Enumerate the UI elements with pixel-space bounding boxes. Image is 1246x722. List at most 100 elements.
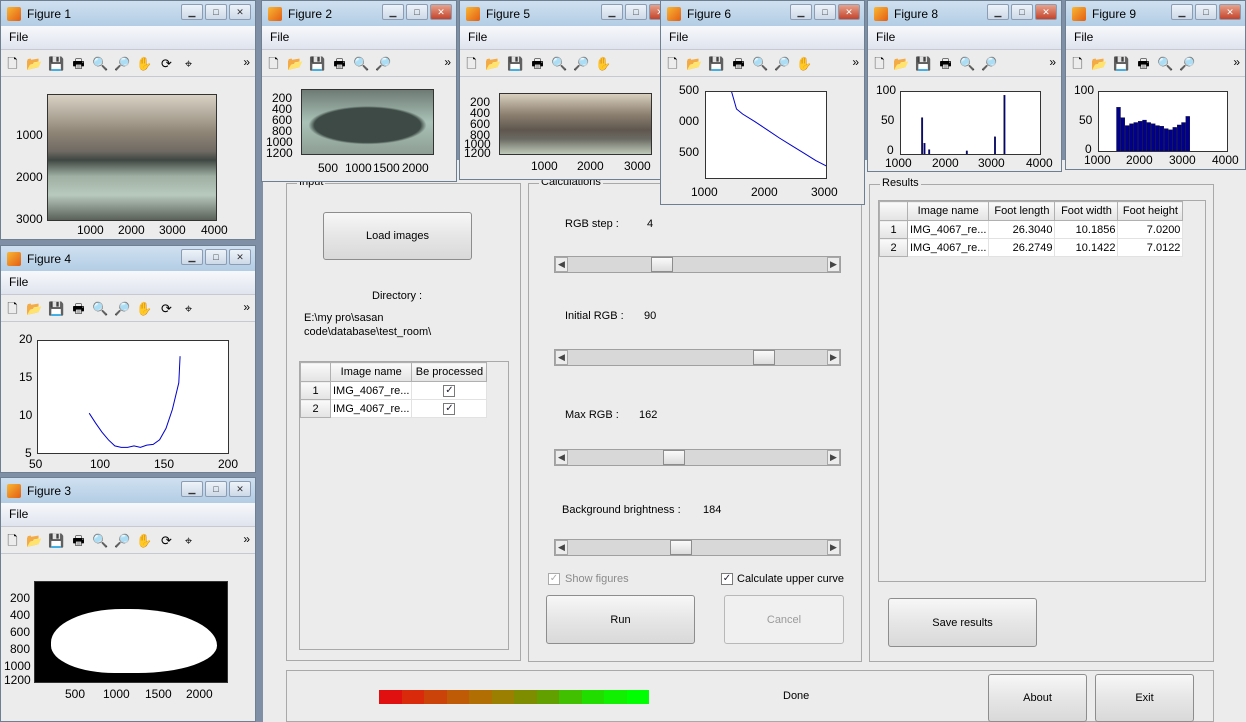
zoom-out-icon[interactable]: 🔎 xyxy=(774,55,791,72)
slider-left-arrow-icon[interactable]: ◀ xyxy=(555,257,568,272)
maximize-icon[interactable]: □ xyxy=(205,249,227,265)
max-rgb-slider[interactable]: ◀ ▶ xyxy=(554,449,841,466)
minimize-icon[interactable]: ▁ xyxy=(790,4,812,20)
zoom-out-icon[interactable]: 🔎 xyxy=(981,55,998,72)
close-icon[interactable]: ✕ xyxy=(1219,4,1241,20)
table-row[interactable]: 2 IMG_4067_re... 26.2749 10.1422 7.0122 xyxy=(879,238,1184,257)
save-icon[interactable]: 💾 xyxy=(915,55,932,72)
save-icon[interactable]: 💾 xyxy=(48,55,65,72)
menu-file[interactable]: File xyxy=(661,26,864,50)
figure-title-bar[interactable]: Figure 3 ▁ □ ✕ xyxy=(1,478,255,503)
menu-file[interactable]: File xyxy=(460,26,675,50)
maximize-icon[interactable]: □ xyxy=(205,4,227,20)
image-name-cell[interactable]: IMG_4067_re... xyxy=(906,238,990,257)
image-name-cell[interactable]: IMG_4067_re... xyxy=(906,220,990,239)
minimize-icon[interactable]: ▁ xyxy=(181,249,203,265)
print-icon[interactable]: 🖶 xyxy=(70,532,87,549)
open-icon[interactable]: 📂 xyxy=(287,55,304,72)
menu-file[interactable]: File xyxy=(868,26,1061,50)
table-row[interactable]: 1 IMG_4067_re... ✓ xyxy=(300,381,488,400)
figure-title-bar[interactable]: Figure 8 ▁ □ ✕ xyxy=(868,1,1061,26)
figure-1-window[interactable]: Figure 1 ▁ □ ✕ File 🗋 📂 💾 🖶 🔍 🔎 ✋ ⟳ ⌖ » 1000 2000 … xyxy=(0,0,256,240)
pan-icon[interactable]: ✋ xyxy=(595,55,612,72)
cancel-button[interactable]: Cancel xyxy=(724,595,844,644)
be-processed-checkbox[interactable]: ✓ xyxy=(443,385,456,397)
data-cursor-icon[interactable]: ⌖ xyxy=(180,532,197,549)
zoom-in-icon[interactable]: 🔍 xyxy=(1157,55,1174,72)
figure-title-bar[interactable]: Figure 5 ▁□✕ xyxy=(460,1,675,26)
slider-right-arrow-icon[interactable]: ▶ xyxy=(827,540,840,555)
slider-left-arrow-icon[interactable]: ◀ xyxy=(555,350,568,365)
slider-right-arrow-icon[interactable]: ▶ xyxy=(827,450,840,465)
zoom-out-icon[interactable]: 🔎 xyxy=(114,55,131,72)
zoom-in-icon[interactable]: 🔍 xyxy=(92,532,109,549)
image-name-cell[interactable]: IMG_4067_re... xyxy=(329,399,413,418)
close-icon[interactable]: ✕ xyxy=(838,4,860,20)
figure-2-window[interactable]: Figure 2 ▁ □ ✕ File 🗋 📂 💾 🖶 🔍 🔎 » 200 400 600 8… xyxy=(261,0,457,182)
slider-thumb[interactable] xyxy=(669,540,692,555)
zoom-out-icon[interactable]: 🔎 xyxy=(573,55,590,72)
maximize-icon[interactable]: □ xyxy=(814,4,836,20)
minimize-icon[interactable]: ▁ xyxy=(601,4,623,20)
zoom-in-icon[interactable]: 🔍 xyxy=(752,55,769,72)
menu-file[interactable]: File xyxy=(262,26,456,50)
zoom-in-icon[interactable]: 🔍 xyxy=(959,55,976,72)
more-tools-icon[interactable]: » xyxy=(1233,55,1240,69)
figure-title-bar[interactable]: Figure 2 ▁ □ ✕ xyxy=(262,1,456,26)
new-icon[interactable]: 🗋 xyxy=(265,55,282,72)
col-header-image-name[interactable]: Image name xyxy=(329,362,413,382)
figure-title-bar[interactable]: Figure 6 ▁ □ ✕ xyxy=(661,1,864,26)
save-icon[interactable]: 💾 xyxy=(1113,55,1130,72)
rgb-step-slider[interactable]: ◀ ▶ xyxy=(554,256,841,273)
save-icon[interactable]: 💾 xyxy=(48,300,65,317)
image-name-cell[interactable]: IMG_4067_re... xyxy=(329,381,413,400)
be-processed-cell[interactable]: ✓ xyxy=(411,399,488,418)
more-tools-icon[interactable]: » xyxy=(243,532,250,546)
zoom-out-icon[interactable]: 🔎 xyxy=(114,300,131,317)
table-row[interactable]: 1 IMG_4067_re... 26.3040 10.1856 7.0200 xyxy=(879,220,1184,239)
new-icon[interactable]: 🗋 xyxy=(1069,55,1086,72)
figure-9-window[interactable]: Figure 9 ▁ □ ✕ File 🗋 📂 💾 🖶 🔍 🔎 » 100 50 0 1000… xyxy=(1065,0,1246,170)
menu-file[interactable]: File xyxy=(1,26,255,50)
data-cursor-icon[interactable]: ⌖ xyxy=(180,55,197,72)
print-icon[interactable]: 🖶 xyxy=(331,55,348,72)
foot-width-cell[interactable]: 10.1856 xyxy=(1054,220,1119,239)
figure-8-window[interactable]: Figure 8 ▁ □ ✕ File 🗋 📂 💾 🖶 🔍 🔎 » 100 50 0 1000… xyxy=(867,0,1062,172)
minimize-icon[interactable]: ▁ xyxy=(181,481,203,497)
col-header-image-name[interactable]: Image name xyxy=(906,201,990,221)
rotate-icon[interactable]: ⟳ xyxy=(158,300,175,317)
more-tools-icon[interactable]: » xyxy=(1049,55,1056,69)
figure-title-bar[interactable]: Figure 1 ▁ □ ✕ xyxy=(1,1,255,26)
close-icon[interactable]: ✕ xyxy=(229,249,251,265)
foot-width-cell[interactable]: 10.1422 xyxy=(1054,238,1119,257)
maximize-icon[interactable]: □ xyxy=(1011,4,1033,20)
pan-icon[interactable]: ✋ xyxy=(136,532,153,549)
print-icon[interactable]: 🖶 xyxy=(529,55,546,72)
print-icon[interactable]: 🖶 xyxy=(937,55,954,72)
zoom-in-icon[interactable]: 🔍 xyxy=(92,55,109,72)
more-tools-icon[interactable]: » xyxy=(444,55,451,69)
new-icon[interactable]: 🗋 xyxy=(4,300,21,317)
new-icon[interactable]: 🗋 xyxy=(4,532,21,549)
col-header-foot-length[interactable]: Foot length xyxy=(988,201,1056,221)
new-icon[interactable]: 🗋 xyxy=(463,55,480,72)
print-icon[interactable]: 🖶 xyxy=(730,55,747,72)
save-results-button[interactable]: Save results xyxy=(888,598,1037,647)
zoom-out-icon[interactable]: 🔎 xyxy=(1179,55,1196,72)
table-row[interactable]: 2 IMG_4067_re... ✓ xyxy=(300,399,488,418)
maximize-icon[interactable]: □ xyxy=(205,481,227,497)
col-header-foot-width[interactable]: Foot width xyxy=(1054,201,1119,221)
slider-left-arrow-icon[interactable]: ◀ xyxy=(555,540,568,555)
more-tools-icon[interactable]: » xyxy=(243,55,250,69)
zoom-in-icon[interactable]: 🔍 xyxy=(551,55,568,72)
open-icon[interactable]: 📂 xyxy=(26,300,43,317)
close-icon[interactable]: ✕ xyxy=(229,481,251,497)
pan-icon[interactable]: ✋ xyxy=(136,55,153,72)
open-icon[interactable]: 📂 xyxy=(1091,55,1108,72)
minimize-icon[interactable]: ▁ xyxy=(987,4,1009,20)
figure-6-window[interactable]: Figure 6 ▁ □ ✕ File 🗋 📂 💾 🖶 🔍 🔎 ✋ » 500 000 500 … xyxy=(660,0,865,205)
minimize-icon[interactable]: ▁ xyxy=(382,4,404,20)
pan-icon[interactable]: ✋ xyxy=(796,55,813,72)
minimize-icon[interactable]: ▁ xyxy=(1171,4,1193,20)
slider-right-arrow-icon[interactable]: ▶ xyxy=(827,350,840,365)
